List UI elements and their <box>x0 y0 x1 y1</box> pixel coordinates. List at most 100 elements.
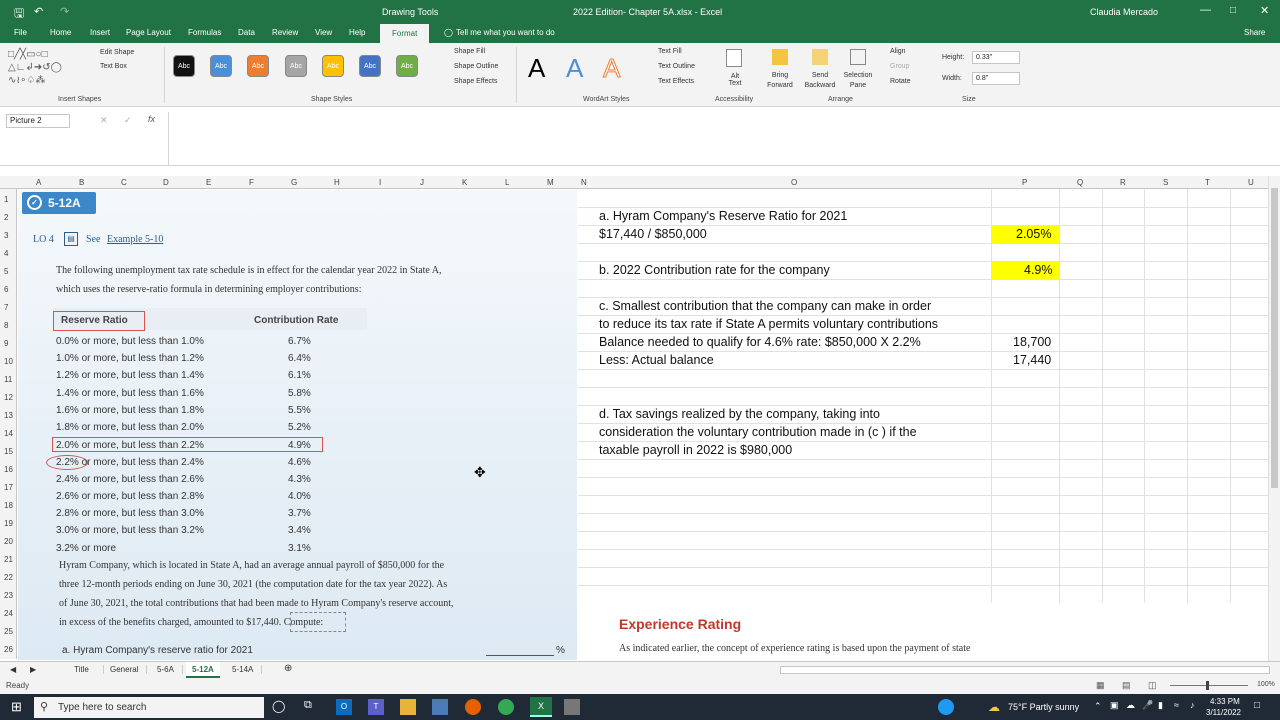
col-header[interactable]: P <box>1022 178 1027 187</box>
prev-sheet-icon[interactable]: ◀ <box>10 665 16 674</box>
row-header[interactable]: 21 <box>4 555 13 564</box>
col-header[interactable]: L <box>505 178 509 187</box>
row-header[interactable]: 3 <box>4 231 8 240</box>
tab-formulas[interactable]: Formulas <box>188 28 221 37</box>
align-button[interactable]: Align <box>890 48 906 55</box>
maximize-icon[interactable]: □ <box>1230 5 1236 16</box>
shape-effects-button[interactable]: Shape Effects <box>454 78 497 85</box>
zoom-slider[interactable] <box>1170 685 1248 686</box>
row-header[interactable]: 19 <box>4 519 13 528</box>
group-button[interactable]: Group <box>890 63 909 70</box>
text-effects-button[interactable]: Text Effects <box>658 78 694 85</box>
cancel-icon[interactable]: ✕ <box>100 115 108 126</box>
zoom-slider-thumb[interactable] <box>1206 681 1209 690</box>
app-icon[interactable] <box>564 699 580 715</box>
minimize-icon[interactable]: — <box>1200 4 1211 16</box>
undo-icon[interactable]: ↶ <box>34 5 43 18</box>
tell-me-search[interactable]: Tell me what you want to do <box>456 28 555 37</box>
style-swatch-4[interactable]: Abc <box>285 55 307 77</box>
col-header[interactable]: U <box>1248 178 1254 187</box>
next-sheet-icon[interactable]: ▶ <box>30 665 36 674</box>
tab-help[interactable]: Help <box>349 28 365 37</box>
row-header[interactable]: 12 <box>4 393 13 402</box>
row-header[interactable]: 26 <box>4 645 13 654</box>
selected-shape[interactable] <box>290 612 346 632</box>
col-header[interactable]: K <box>462 178 467 187</box>
col-header[interactable]: B <box>79 178 84 187</box>
tray-app-icon[interactable]: ▣ <box>1110 700 1119 711</box>
cortana-icon[interactable]: ◯ <box>272 699 285 713</box>
row-header[interactable]: 10 <box>4 357 13 366</box>
zoom-level[interactable]: 100% <box>1257 681 1275 688</box>
function-icon[interactable]: fx <box>148 114 155 124</box>
cell-o5[interactable]: b. 2022 Contribution rate for the compan… <box>599 263 830 277</box>
taskbar-search[interactable]: ⚲ Type here to search <box>34 697 264 718</box>
selection-pane-button[interactable]: Selection Pane <box>840 71 876 91</box>
height-input[interactable]: 0.33" <box>972 51 1020 64</box>
teams-icon[interactable]: T <box>368 699 384 715</box>
row-header[interactable]: 9 <box>4 339 8 348</box>
rotate-button[interactable]: Rotate <box>890 78 911 85</box>
col-header[interactable]: M <box>547 178 554 187</box>
col-header[interactable]: N <box>581 178 587 187</box>
col-header[interactable]: O <box>791 178 797 187</box>
share-button[interactable]: Share <box>1244 28 1265 37</box>
col-header[interactable]: S <box>1163 178 1168 187</box>
row-header[interactable]: 16 <box>4 465 13 474</box>
normal-view-icon[interactable]: ▦ <box>1096 680 1105 691</box>
col-header[interactable]: H <box>334 178 340 187</box>
cell-p9[interactable]: 18,700 <box>1013 335 1051 349</box>
tab-review[interactable]: Review <box>272 28 298 37</box>
row-header[interactable]: 7 <box>4 303 8 312</box>
row-header[interactable]: 5 <box>4 267 8 276</box>
style-swatch-5[interactable]: Abc <box>322 55 344 77</box>
cell-o3[interactable]: $17,440 / $850,000 <box>599 227 707 241</box>
calculator-icon[interactable] <box>432 699 448 715</box>
shape-fill-button[interactable]: Shape Fill <box>454 48 485 55</box>
redo-icon[interactable]: ↷ <box>60 5 69 18</box>
cell-o8[interactable]: to reduce its tax rate if State A permit… <box>599 317 938 331</box>
row-header[interactable]: 1 <box>4 195 8 204</box>
row-header[interactable]: 2 <box>4 213 8 222</box>
wordart-blue[interactable]: A <box>566 53 583 84</box>
name-box[interactable]: Picture 2 <box>6 114 70 128</box>
row-header[interactable]: 13 <box>4 411 13 420</box>
shapes-gallery[interactable]: □╱╳▭○□ △∟↲➜↺◯ ∿≀∘♤⁂ <box>8 48 94 90</box>
formula-input[interactable] <box>168 112 1278 166</box>
sheet-tab-general[interactable]: General <box>110 665 148 674</box>
onedrive-icon[interactable]: ☁ <box>1126 700 1135 711</box>
add-sheet-icon[interactable]: ⊕ <box>284 663 292 674</box>
style-swatch-7[interactable]: Abc <box>396 55 418 77</box>
width-input[interactable]: 0.8" <box>972 72 1020 85</box>
row-header[interactable]: 14 <box>4 429 13 438</box>
wordart-black[interactable]: A <box>528 53 545 84</box>
row-header[interactable]: 20 <box>4 537 13 546</box>
row-header[interactable]: 15 <box>4 447 13 456</box>
enter-icon[interactable]: ✓ <box>124 115 132 126</box>
row-header[interactable]: 4 <box>4 249 8 258</box>
sheet-tab-5-12a[interactable]: 5-12A <box>186 662 220 678</box>
battery-icon[interactable]: ▮ <box>1158 700 1163 711</box>
cell-o15[interactable]: taxable payroll in 2022 is $980,000 <box>599 443 792 457</box>
user-name[interactable]: Claudia Mercado <box>1090 7 1158 17</box>
style-swatch-1[interactable]: Abc <box>173 55 195 77</box>
bring-forward-button[interactable]: Bring Forward <box>762 71 798 91</box>
help-icon[interactable] <box>938 699 954 715</box>
tab-file[interactable]: File <box>14 28 27 37</box>
horizontal-scrollbar[interactable] <box>780 666 1270 674</box>
cell-o2[interactable]: a. Hyram Company's Reserve Ratio for 202… <box>599 209 847 223</box>
example-link[interactable]: Example 5-10 <box>107 234 163 245</box>
tab-page-layout[interactable]: Page Layout <box>126 28 171 37</box>
close-icon[interactable]: ✕ <box>1260 4 1269 17</box>
cell-p3[interactable]: 2.05% <box>1016 227 1051 241</box>
cell-o14[interactable]: consideration the voluntary contribution… <box>599 425 917 439</box>
page-break-view-icon[interactable]: ◫ <box>1148 680 1157 691</box>
row-header[interactable]: 25 <box>4 627 13 636</box>
style-swatch-3[interactable]: Abc <box>247 55 269 77</box>
wordart-outline[interactable]: A <box>602 53 620 84</box>
row-header[interactable]: 11 <box>4 375 12 384</box>
row-header[interactable]: 6 <box>4 285 8 294</box>
tab-view[interactable]: View <box>315 28 332 37</box>
windows-start-icon[interactable]: ⊞ <box>11 699 22 715</box>
text-fill-button[interactable]: Text Fill <box>658 48 682 55</box>
